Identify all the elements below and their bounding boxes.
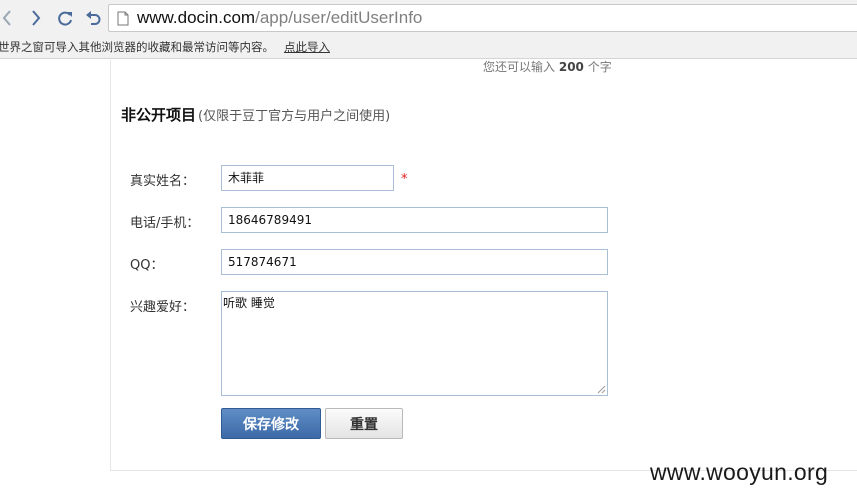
watermark: www.wooyun.org — [650, 459, 829, 485]
url-text: www.docin.com/app/user/editUserInfo — [137, 8, 422, 28]
phone-input[interactable]: 18646789491 — [221, 207, 608, 233]
import-notice-text: 世界之窗可导入其他浏览器的收藏和最常访问等内容。 — [0, 40, 274, 54]
required-mark: * — [401, 172, 408, 187]
qq-label: QQ： — [130, 258, 164, 273]
hobbies-label: 兴趣爱好： — [130, 300, 196, 315]
phone-label: 电话/手机： — [130, 216, 200, 231]
section-note: (仅限于豆丁官方与用户之间使用) — [198, 109, 391, 124]
section-title: 非公开项目 (仅限于豆丁官方与用户之间使用) — [121, 104, 390, 125]
counter-prefix: 您还可以输入 — [483, 60, 556, 74]
counter-suffix: 个字 — [587, 60, 612, 74]
char-counter: 您还可以输入 200 个字 — [483, 60, 612, 75]
resize-handle-icon[interactable] — [597, 385, 606, 394]
hobbies-value: 听歌 睡觉 — [223, 296, 275, 310]
forward-icon[interactable] — [25, 6, 47, 30]
page-content: 您还可以输入 200 个字 非公开项目 (仅限于豆丁官方与用户之间使用) 真实姓名… — [0, 60, 857, 501]
import-link[interactable]: 点此导入 — [284, 39, 330, 55]
refresh-icon[interactable] — [54, 6, 76, 30]
section-heading: 非公开项目 — [121, 106, 197, 124]
save-button[interactable]: 保存修改 — [221, 408, 321, 439]
real-name-label: 真实姓名： — [130, 174, 196, 189]
browser-toolbar: www.docin.com/app/user/editUserInfo — [0, 0, 857, 36]
address-bar[interactable]: www.docin.com/app/user/editUserInfo — [108, 4, 857, 32]
real-name-input[interactable]: 木菲菲 — [221, 165, 394, 191]
url-path: /app/user/editUserInfo — [255, 8, 423, 27]
qq-input[interactable]: 517874671 — [221, 249, 608, 275]
undo-icon[interactable] — [82, 6, 104, 30]
back-icon[interactable] — [0, 6, 18, 30]
url-host: www.docin.com — [137, 8, 256, 27]
import-notice-bar: 世界之窗可导入其他浏览器的收藏和最常访问等内容。 点此导入 — [0, 36, 857, 59]
page-icon — [117, 11, 129, 25]
counter-value: 200 — [558, 60, 584, 74]
hobbies-textarea[interactable]: 听歌 睡觉 — [221, 291, 608, 396]
reset-button[interactable]: 重置 — [325, 408, 403, 439]
